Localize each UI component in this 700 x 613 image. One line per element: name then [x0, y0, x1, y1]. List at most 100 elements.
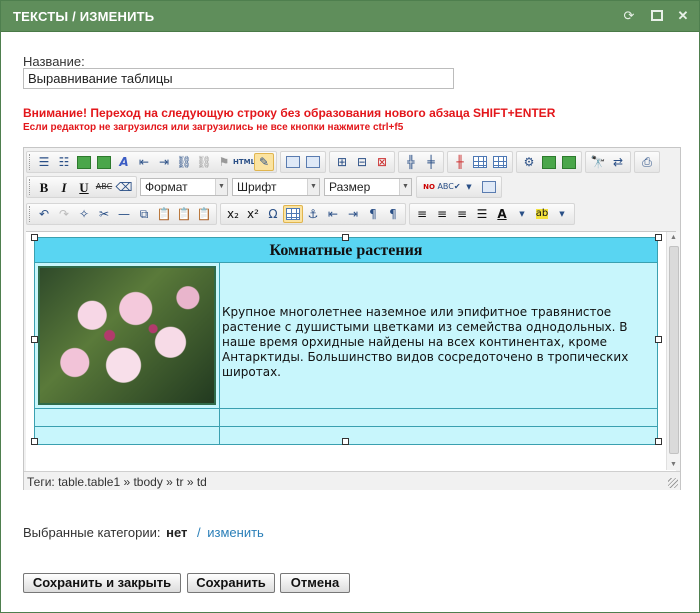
table-icon[interactable]	[283, 205, 303, 223]
table-cell-image[interactable]	[35, 263, 220, 408]
name-field[interactable]	[23, 68, 454, 89]
fullscreen-icon[interactable]	[479, 178, 499, 196]
bold-button[interactable]: B	[34, 178, 54, 196]
table-resize-handle[interactable]	[655, 234, 662, 241]
resize-grip-icon[interactable]	[668, 478, 678, 488]
table-props-icon[interactable]: ⊞	[332, 153, 352, 171]
film-icon[interactable]	[539, 153, 559, 171]
eraser-icon[interactable]: ⌫	[114, 178, 134, 196]
insert-row-after-icon[interactable]	[303, 153, 323, 171]
table-resize-handle[interactable]	[342, 234, 349, 241]
font-color-icon[interactable]: A	[114, 153, 134, 171]
link-icon[interactable]: ⛓	[174, 153, 194, 171]
flash-icon[interactable]: ⚙	[519, 153, 539, 171]
paste-word-icon[interactable]: 📋	[194, 205, 214, 223]
refresh-icon[interactable]: ⟳	[621, 8, 637, 24]
table-cell[interactable]	[35, 427, 220, 444]
table-resize-handle[interactable]	[655, 336, 662, 343]
html-source-icon[interactable]: HTML	[233, 153, 255, 171]
copy-icon[interactable]: ⧉	[134, 205, 154, 223]
undo-icon[interactable]: ↶	[34, 205, 54, 223]
align-right-icon[interactable]: ≡	[452, 205, 472, 223]
table-cell-text[interactable]: Крупное многолетнее наземное или эпифитн…	[220, 263, 657, 408]
ltr-icon[interactable]: ¶	[363, 205, 383, 223]
special-char-icon[interactable]: Ω	[263, 205, 283, 223]
horizontal-rule-icon[interactable]: —	[114, 205, 134, 223]
cut-icon[interactable]: ✂	[94, 205, 114, 223]
unlink-icon[interactable]: ⛓	[194, 153, 214, 171]
table-resize-handle[interactable]	[655, 438, 662, 445]
anchor-icon[interactable]: ⚓	[303, 205, 323, 223]
italic-button[interactable]: I	[54, 178, 74, 196]
table-cell[interactable]	[220, 409, 657, 426]
justify-icon[interactable]: ☰	[472, 205, 492, 223]
film-strip-icon[interactable]	[559, 153, 579, 171]
find-icon[interactable]: 🔭	[588, 153, 608, 171]
superscript-button[interactable]: x²	[243, 205, 263, 223]
print-icon[interactable]: ⎙	[637, 153, 657, 171]
table-resize-handle[interactable]	[31, 336, 38, 343]
change-categories-link[interactable]: изменить	[207, 525, 264, 540]
scroll-down-icon[interactable]: ▼	[670, 461, 677, 468]
list-indent-icon[interactable]: ⇥	[343, 205, 363, 223]
table-resize-handle[interactable]	[342, 438, 349, 445]
highlight-color-icon[interactable]: ab	[532, 205, 552, 223]
insert-image-icon[interactable]	[74, 153, 94, 171]
toolbar-group: x₂ x² Ω ⚓ ⇤ ⇥ ¶ ¶	[220, 203, 406, 225]
replace-icon[interactable]: ⇄	[608, 153, 628, 171]
dialog-titlebar[interactable]: ТЕКСТЫ / ИЗМЕНИТЬ ⟳ ✕	[1, 1, 699, 32]
font-select[interactable]: Шрифт ▼	[232, 178, 320, 196]
orchid-photo[interactable]	[38, 266, 216, 405]
align-center-icon[interactable]: ≡	[432, 205, 452, 223]
content-table[interactable]: Комнатные растения Крупное многолетнее н…	[34, 237, 658, 445]
merge-cell-icon[interactable]: ╪	[421, 153, 441, 171]
chevron-down-icon[interactable]: ▼	[552, 205, 572, 223]
format-select[interactable]: Формат ▼	[140, 178, 228, 196]
insert-media-icon[interactable]	[94, 153, 114, 171]
close-icon[interactable]: ✕	[675, 8, 691, 24]
redo-icon[interactable]: ↷	[54, 205, 74, 223]
cell-props-icon[interactable]: ⊟	[352, 153, 372, 171]
spellcheck-icon[interactable]: ABC✔	[437, 178, 460, 196]
save-button[interactable]: Сохранить	[187, 573, 275, 593]
save-and-close-button[interactable]: Сохранить и закрыть	[23, 573, 181, 593]
outdent-icon[interactable]: ⇤	[134, 153, 154, 171]
split-cell-icon[interactable]: ╬	[401, 153, 421, 171]
paste-icon[interactable]: 📋	[154, 205, 174, 223]
insert-row-before-icon[interactable]	[283, 153, 303, 171]
chevron-down-icon[interactable]: ▼	[459, 178, 479, 196]
noindex-icon[interactable]: NO	[419, 178, 439, 196]
underline-button[interactable]: U	[74, 178, 94, 196]
chevron-down-icon[interactable]: ▼	[512, 205, 532, 223]
delete-col-icon[interactable]: ╫	[450, 153, 470, 171]
cleanup-icon[interactable]: ✧	[74, 205, 94, 223]
scrollbar-thumb[interactable]	[669, 246, 679, 454]
table-grid-icon[interactable]	[470, 153, 490, 171]
table-layout-icon[interactable]	[490, 153, 510, 171]
table-resize-handle[interactable]	[31, 438, 38, 445]
scroll-up-icon[interactable]: ▲	[670, 234, 677, 241]
editor-scrollbar[interactable]: ▲ ▼	[666, 232, 680, 470]
delete-row-icon[interactable]: ⊠	[372, 153, 392, 171]
strikethrough-button[interactable]: ABC	[94, 178, 114, 196]
rtl-icon[interactable]: ¶	[383, 205, 403, 223]
table-resize-handle[interactable]	[31, 234, 38, 241]
anchor-link-icon[interactable]: ⚑	[214, 153, 234, 171]
table-cell[interactable]	[35, 409, 220, 426]
subscript-button[interactable]: x₂	[223, 205, 243, 223]
align-left-icon[interactable]: ≡	[412, 205, 432, 223]
table-header-cell[interactable]: Комнатные растения	[35, 238, 657, 263]
maximize-icon[interactable]	[649, 8, 665, 24]
edit-text-dialog: ТЕКСТЫ / ИЗМЕНИТЬ ⟳ ✕ Название: Внимание…	[0, 0, 700, 613]
table-cell[interactable]	[220, 427, 657, 444]
bullet-list-icon[interactable]: ☰	[34, 153, 54, 171]
edit-icon[interactable]: ✎	[254, 153, 274, 171]
paste-text-icon[interactable]: 📋	[174, 205, 194, 223]
list-outdent-icon[interactable]: ⇤	[323, 205, 343, 223]
numbered-list-icon[interactable]: ☷	[54, 153, 74, 171]
indent-icon[interactable]: ⇥	[154, 153, 174, 171]
size-select[interactable]: Размер ▼	[324, 178, 412, 196]
cancel-button[interactable]: Отмена	[280, 573, 350, 593]
editor-content-area[interactable]: Комнатные растения Крупное многолетнее н…	[26, 231, 676, 471]
text-color-icon[interactable]: A	[492, 205, 512, 223]
